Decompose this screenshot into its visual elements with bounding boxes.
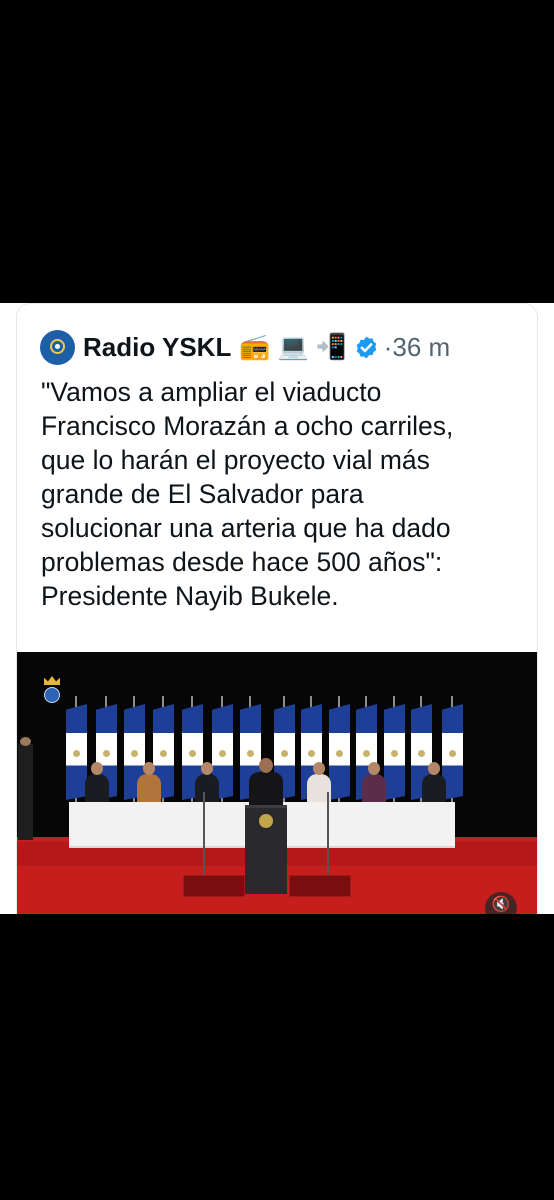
verified-badge-icon [356,336,377,358]
flag-icon [328,696,350,806]
radio-icon: 📻 [239,332,271,361]
seated-official [422,762,446,804]
laptop-icon: 💻 [277,332,309,361]
tweet-header: Radio YSKL 📻 💻 📲 ·36 m [40,329,450,365]
seated-official [85,762,109,804]
tweet-video[interactable]: 🔇 [17,652,537,914]
seated-official [362,762,386,804]
speaker [249,758,283,806]
tweet-card[interactable]: Radio YSKL 📻 💻 📲 ·36 m "Vamos a ampliar … [0,303,554,914]
tweet-timestamp[interactable]: ·36 m [384,332,450,363]
microphone-base [289,875,351,897]
tweet-text: "Vamos a ampliar el viaducto Francisco M… [41,377,454,611]
podium [245,805,287,894]
mobile-arrow-icon: 📲 [315,332,347,361]
honor-guard [18,737,33,840]
microphone-stand [203,792,205,876]
author-name[interactable]: Radio YSKL [83,332,231,363]
seated-official [137,762,161,804]
flag-icon [383,696,405,806]
avatar[interactable] [40,329,75,365]
microphone-base [183,875,245,897]
channel-logo-icon [42,676,62,706]
microphone-stand [327,792,329,876]
flag-icon [65,696,87,806]
seated-official [195,762,219,804]
